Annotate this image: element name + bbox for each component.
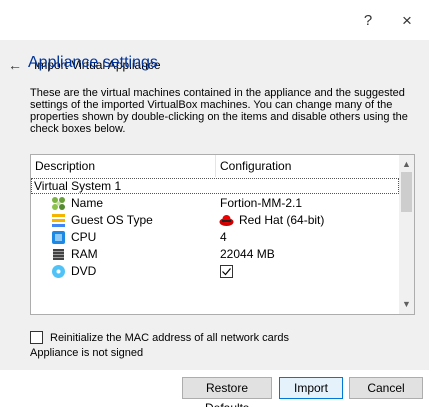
cancel-button[interactable]: Cancel (349, 377, 423, 399)
name-icon (51, 196, 66, 211)
cpu-icon (51, 230, 66, 245)
button-bar: Restore Defaults Import Cancel (0, 370, 429, 407)
virtual-system-group[interactable]: Virtual System 1 (31, 178, 399, 194)
page-description: These are the virtual machines contained… (30, 87, 408, 135)
row-label: DVD (71, 264, 97, 278)
appliance-settings-table[interactable]: Description Configuration Virtual System… (30, 154, 415, 315)
row-label: Guest OS Type (71, 213, 153, 227)
row-value[interactable]: Fortion-MM-2.1 (220, 195, 302, 212)
row-label: CPU (71, 230, 97, 244)
scrollbar-thumb[interactable] (401, 172, 412, 212)
scroll-down-arrow-icon[interactable]: ▼ (399, 297, 414, 312)
help-button[interactable]: ? (353, 10, 383, 32)
table-scrollbar[interactable]: ▲ ▼ (399, 155, 414, 314)
column-header-configuration[interactable]: Configuration (216, 155, 401, 177)
ram-icon (51, 247, 66, 262)
reinit-mac-checkbox[interactable] (30, 331, 43, 344)
dvd-enabled-checkbox[interactable] (220, 265, 235, 280)
table-row[interactable]: Guest OS Type Red Hat (64-bit) (31, 212, 399, 229)
column-header-description[interactable]: Description (31, 155, 216, 177)
reinit-mac-label[interactable]: Reinitialize the MAC address of all netw… (50, 330, 289, 346)
os-type-icon (51, 213, 66, 228)
table-header: Description Configuration (31, 155, 414, 177)
row-label: RAM (71, 247, 98, 261)
table-row[interactable]: RAM 22044 MB (31, 246, 399, 263)
table-row[interactable]: CPU 4 (31, 229, 399, 246)
row-value[interactable]: Red Hat (64-bit) (239, 212, 324, 229)
table-row[interactable]: DVD (31, 263, 399, 280)
table-row[interactable]: Name Fortion-MM-2.1 (31, 195, 399, 212)
back-arrow-icon[interactable]: ← (8, 56, 22, 74)
row-value[interactable]: 22044 MB (220, 246, 275, 263)
restore-defaults-button[interactable]: Restore Defaults (182, 377, 272, 407)
close-button[interactable]: × (392, 10, 422, 32)
redhat-icon (219, 213, 234, 228)
scroll-up-arrow-icon[interactable]: ▲ (399, 157, 414, 172)
signature-status: Appliance is not signed (30, 347, 144, 359)
row-label: Name (71, 196, 104, 210)
import-button[interactable]: Import (279, 377, 343, 399)
page-title: Appliance settings (28, 54, 158, 71)
dvd-icon (51, 264, 66, 279)
title-bar: ? × (0, 0, 429, 40)
row-value[interactable]: 4 (220, 229, 227, 246)
